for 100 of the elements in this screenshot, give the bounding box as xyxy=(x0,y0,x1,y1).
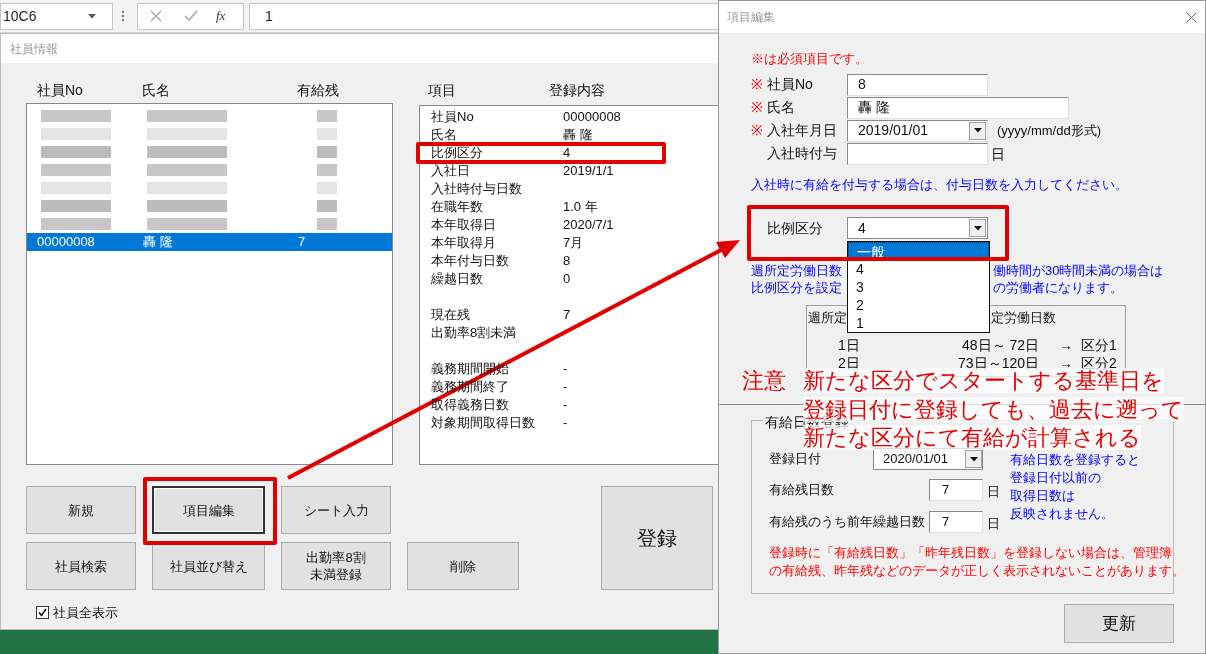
field-label: 繰越日数 xyxy=(431,271,483,287)
table-header: 週所定 xyxy=(808,310,847,326)
required-mark: ※ xyxy=(751,75,764,94)
input-field[interactable]: 7 xyxy=(929,479,983,501)
note-text: 登録日付以前の xyxy=(1010,470,1101,485)
unit-label: 日 xyxy=(991,145,1005,164)
field-label: 入社時付与 xyxy=(767,144,837,163)
update-button[interactable]: 更新 xyxy=(1064,604,1174,643)
close-icon xyxy=(1186,11,1197,23)
list-cell: 00000008 xyxy=(37,234,95,250)
field-value: - xyxy=(563,378,568,397)
checkbox-label: 社員全表示 xyxy=(53,604,118,622)
warning-text: の有給残、昨年残などのデータが正しく表示されないことがあります。 xyxy=(769,564,1185,578)
note-text: 取得日数は xyxy=(1010,488,1075,503)
field-value: 0 xyxy=(563,270,571,289)
field-value: 1.0 年 xyxy=(563,198,598,217)
table-cell-text: 区分1 xyxy=(1081,335,1117,355)
field-value: 4 xyxy=(563,144,571,163)
field-value: 00000008 xyxy=(563,108,621,127)
field-label: 出勤率8割未満 xyxy=(431,325,517,341)
field-value: - xyxy=(563,396,568,415)
table-cell: → xyxy=(1059,354,1073,371)
hint-text: 入社時に有給を付与する場合は、付与日数を入力してください。 xyxy=(751,177,1128,193)
column-header: 有給残 xyxy=(297,81,339,98)
date-dropdown[interactable]: 2020/01/01 xyxy=(873,448,983,470)
dropdown-arrow-button[interactable] xyxy=(969,219,986,237)
window-title: 項目編集 xyxy=(727,9,775,26)
input-field[interactable]: 8 xyxy=(847,73,988,96)
field-label: 社員No xyxy=(767,75,813,94)
checkbox[interactable] xyxy=(36,606,49,620)
field-label: 入社年月日 xyxy=(767,121,837,140)
field-label: 登録日付 xyxy=(769,451,821,467)
list-cell: 轟 隆 xyxy=(143,234,173,250)
caret-icon xyxy=(969,456,978,462)
hint-text: 週所定労働日数 xyxy=(751,263,842,278)
field-label: 在職年数 xyxy=(431,199,483,215)
field-value: 2019/1/1 xyxy=(563,162,614,181)
table-cell: 73日～120日 xyxy=(958,354,1039,371)
field-value: 7月 xyxy=(563,234,584,253)
command-button[interactable]: 削除 xyxy=(407,542,519,590)
field-label: 比例区分 xyxy=(767,219,823,236)
required-mark: ※ xyxy=(751,98,764,117)
command-button[interactable]: 新規 xyxy=(26,486,136,534)
date-dropdown[interactable]: 2019/01/01 xyxy=(847,119,988,142)
table-cell: → xyxy=(1059,336,1073,353)
column-header: 登録内容 xyxy=(549,81,605,98)
ratio-dropdown[interactable]: 4 xyxy=(847,217,988,239)
command-button[interactable]: 項目編集 xyxy=(152,486,265,534)
input-field[interactable] xyxy=(847,142,988,165)
command-button[interactable]: 社員並び替え xyxy=(152,542,265,590)
unit-label: 日 xyxy=(987,482,1000,501)
name-box[interactable]: 10C6 xyxy=(0,2,113,30)
caret-icon xyxy=(88,13,96,19)
table-header: 定労働日数 xyxy=(991,309,1056,328)
required-mark: ※ xyxy=(751,121,764,140)
hint-text: 働時間が30時間未満の場合は xyxy=(993,262,1164,279)
column-header: 氏名 xyxy=(142,81,170,98)
caret-icon xyxy=(973,225,982,231)
table-cell: 2日 xyxy=(838,354,860,371)
field-value: - xyxy=(563,360,568,379)
list-cell-text: 7 xyxy=(298,233,306,252)
field-label: 対象期間取得日数 xyxy=(431,415,535,431)
column-header: 社員No xyxy=(37,81,83,98)
required-note: ※は必須項目です。 xyxy=(751,51,868,67)
cancel-icon xyxy=(150,10,162,22)
dropdown-arrow-button[interactable] xyxy=(965,450,982,468)
field-label: 本年取得日 xyxy=(431,217,496,233)
format-hint: (yyyy/mm/dd形式) xyxy=(997,121,1101,140)
field-value: - xyxy=(563,414,568,433)
list-row[interactable]: 00000008 轟 隆 7 xyxy=(27,233,392,251)
hint-text: 比例区分を設定 xyxy=(751,280,842,295)
note-text: 反映されません。 xyxy=(1010,506,1114,521)
field-label: 比例区分 xyxy=(431,145,483,161)
input-field[interactable]: 7 xyxy=(929,511,983,533)
field-label: 入社時付与日数 xyxy=(431,181,522,197)
hint-text: の労働者になります。 xyxy=(993,279,1123,296)
field-value: 轟 隆 xyxy=(563,126,593,145)
input-field[interactable]: 轟 隆 xyxy=(847,96,1069,119)
field-label: 社員No xyxy=(431,109,474,125)
dropdown-arrow-button[interactable] xyxy=(969,121,986,140)
command-button[interactable]: シート入力 xyxy=(281,486,391,534)
annotation-label: 注意 xyxy=(742,367,787,395)
more-icon xyxy=(121,10,125,22)
command-button[interactable]: 社員検索 xyxy=(26,542,136,590)
field-label: 入社日 xyxy=(431,163,470,179)
field-label: 有給残のうち前年繰越日数 xyxy=(769,514,925,530)
note-text: 有給日数を登録すると xyxy=(1010,452,1140,467)
field-label: 氏名 xyxy=(767,98,795,117)
window-title: 社員情報 xyxy=(10,40,58,58)
register-button[interactable]: 登録 xyxy=(601,486,713,590)
field-label: 取得義務日数 xyxy=(431,397,509,413)
table-cell: 48日～ 72日 xyxy=(961,336,1039,353)
field-label: 有給残日数 xyxy=(769,482,834,498)
field-label: 氏名 xyxy=(431,127,457,143)
table-cell-text: 区分2 xyxy=(1081,353,1117,371)
insert-function-button[interactable]: fx xyxy=(216,6,226,26)
command-button[interactable]: 出勤率8割未満登録 xyxy=(281,542,391,590)
column-header: 項目 xyxy=(428,81,456,98)
check-icon xyxy=(38,608,47,618)
check-icon xyxy=(184,10,198,22)
